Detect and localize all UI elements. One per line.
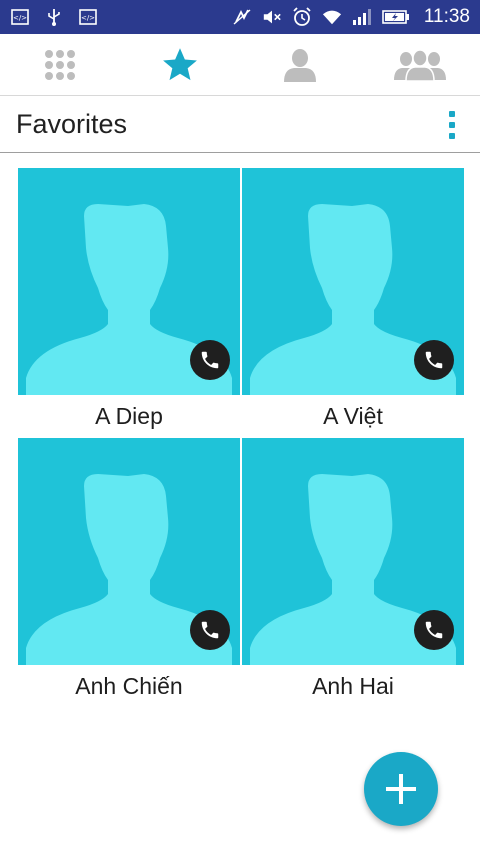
battery-charging-icon — [382, 8, 410, 26]
favorite-contact-card[interactable]: Anh Chiến — [18, 438, 240, 708]
phone-icon — [201, 351, 219, 369]
wifi-icon — [322, 8, 342, 26]
dialpad-icon — [45, 49, 75, 80]
overflow-dot — [449, 132, 455, 139]
call-button[interactable] — [414, 610, 454, 650]
tab-bar — [0, 34, 480, 96]
tab-groups[interactable] — [360, 34, 480, 95]
usb-icon — [44, 8, 64, 26]
favorites-header: Favorites — [0, 97, 480, 153]
nfc-off-icon — [232, 8, 252, 26]
tab-dialpad[interactable] — [0, 34, 120, 95]
star-icon — [163, 47, 197, 80]
phone-icon — [425, 621, 443, 639]
alarm-icon — [292, 7, 312, 26]
group-icon — [394, 48, 446, 82]
add-favorite-button[interactable] — [364, 752, 438, 826]
call-button[interactable] — [190, 340, 230, 380]
contact-name: A Diep — [95, 403, 163, 429]
contact-photo — [18, 168, 240, 395]
favorite-contact-card[interactable]: Anh Hai — [242, 438, 464, 708]
contact-photo — [242, 168, 464, 395]
contact-name: Anh Hai — [312, 673, 394, 699]
contact-name: Anh Chiến — [75, 673, 183, 699]
contact-name: A Việt — [323, 403, 383, 429]
overflow-dot — [449, 110, 455, 117]
signal-icon — [352, 8, 372, 26]
contact-photo — [18, 438, 240, 665]
overflow-menu-button[interactable] — [440, 105, 464, 145]
favorite-contact-card[interactable]: A Diep — [18, 168, 240, 438]
contact-photo — [242, 438, 464, 665]
page-title: Favorites — [16, 109, 128, 139]
call-button[interactable] — [414, 340, 454, 380]
tab-contacts[interactable] — [240, 34, 360, 95]
status-bar: </> </> 11:38 — [0, 0, 480, 34]
svg-text:</>: </> — [81, 14, 95, 22]
developer-icon-2: </> — [78, 8, 98, 26]
plus-icon — [386, 774, 416, 804]
phone-icon — [201, 621, 219, 639]
developer-icon: </> — [10, 8, 30, 26]
mute-icon — [262, 8, 282, 26]
favorite-contact-card[interactable]: A Việt — [242, 168, 464, 438]
call-button[interactable] — [190, 610, 230, 650]
person-icon — [284, 48, 316, 82]
overflow-dot — [449, 121, 455, 128]
favorites-grid: A Diep A Việt Anh Chiến Anh Hai — [18, 168, 464, 708]
phone-icon — [425, 351, 443, 369]
tab-favorites[interactable] — [120, 34, 240, 95]
svg-text:</>: </> — [13, 14, 27, 22]
clock: 11:38 — [423, 6, 470, 27]
